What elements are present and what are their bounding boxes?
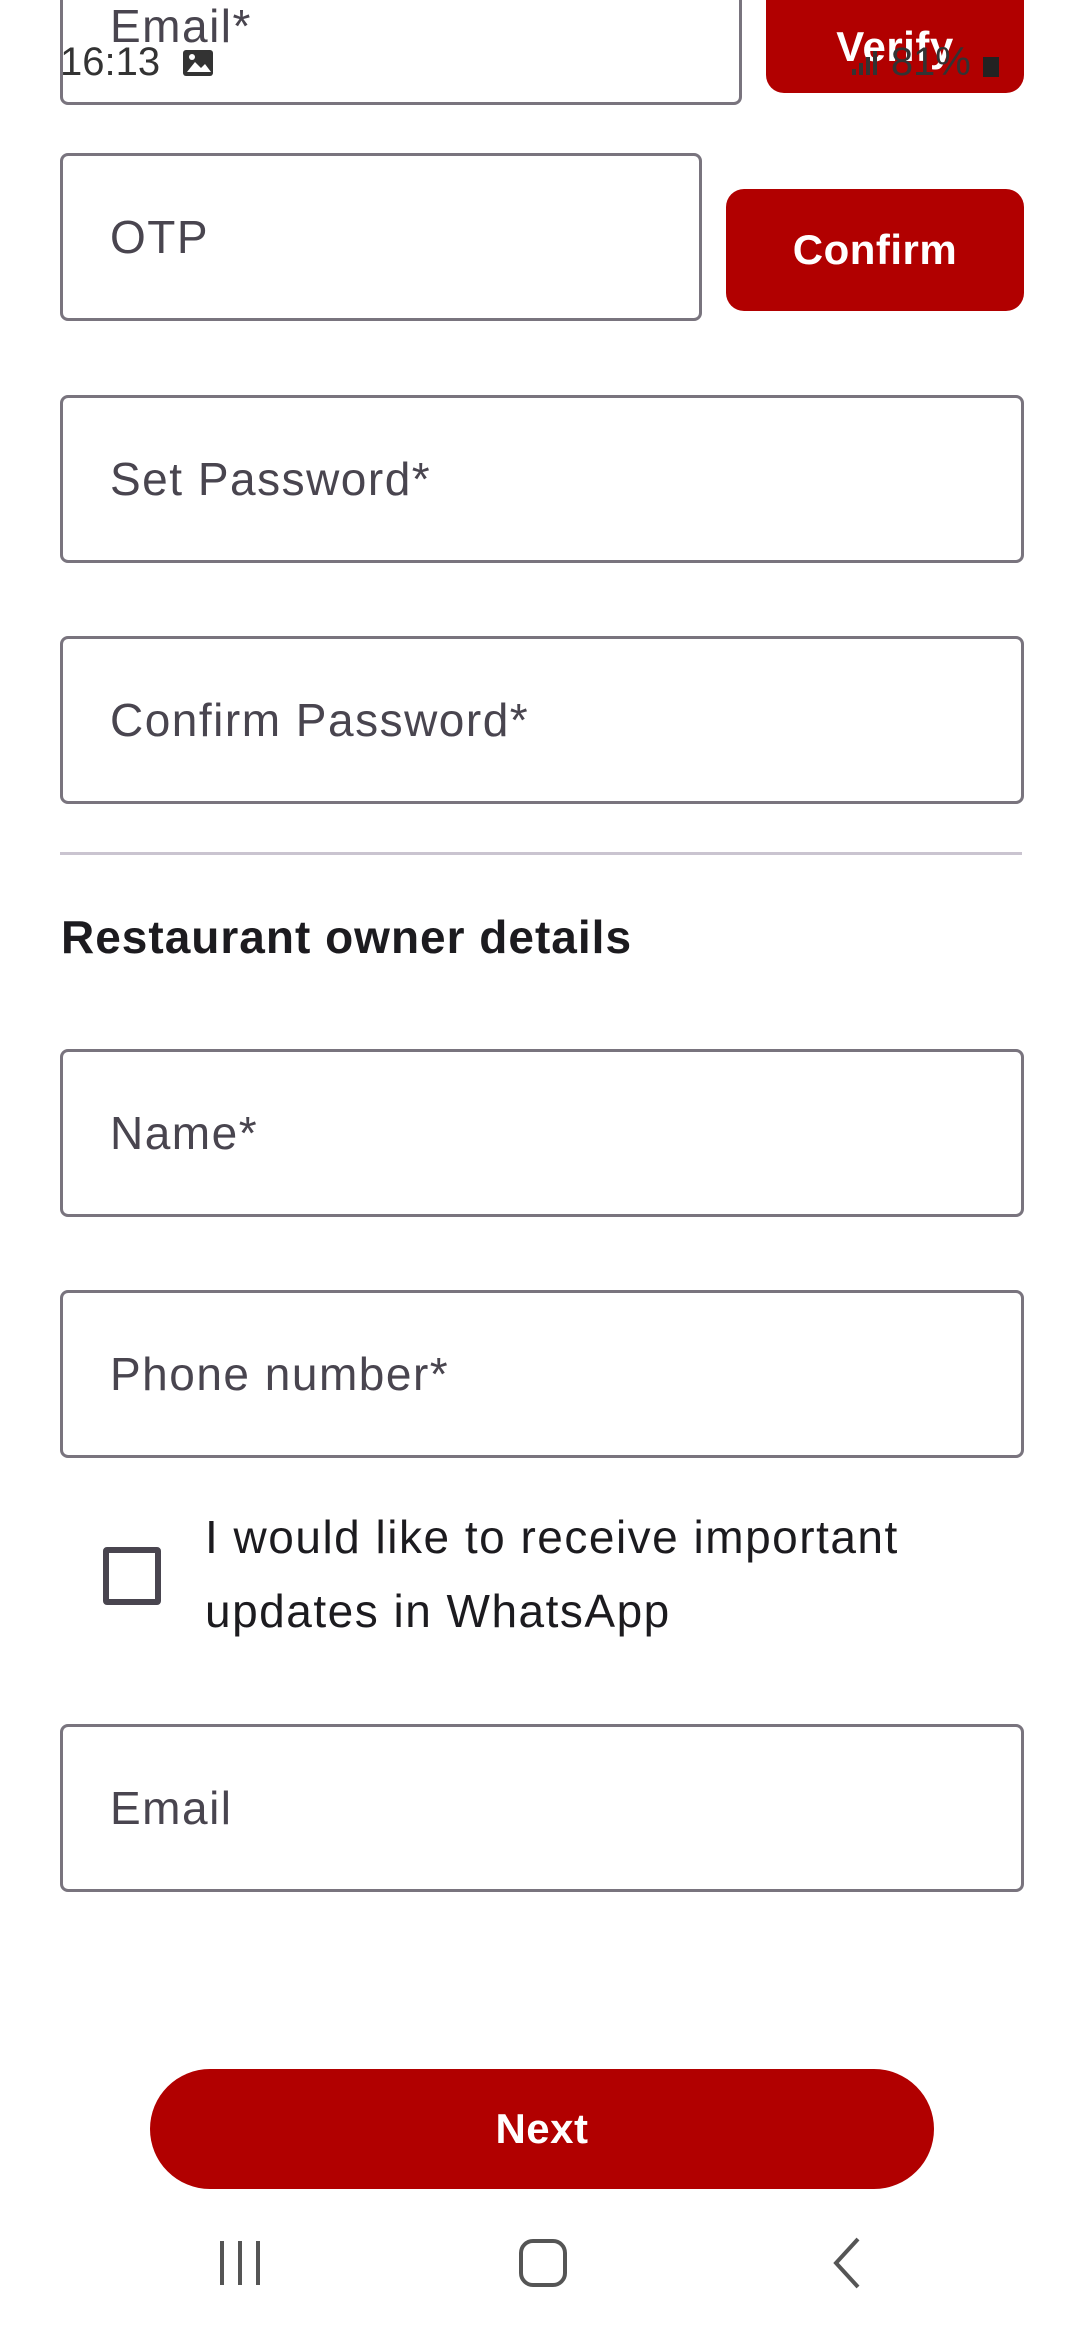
whatsapp-checkbox[interactable] [103,1547,161,1605]
signal-icon [851,51,877,75]
back-icon[interactable] [818,2233,878,2293]
section-title: Restaurant owner details [61,911,633,963]
battery-percent: 81% [890,40,971,84]
owner-phone-placeholder: Phone number* [110,1348,450,1400]
status-right: 81% [850,40,1000,85]
battery-icon [983,57,999,77]
owner-name-field[interactable]: Name* [60,1049,1024,1217]
set-password-field[interactable]: Set Password* [60,395,1024,563]
next-button[interactable]: Next [150,2069,934,2189]
status-time: 16:13 [60,40,215,85]
system-nav-bar [0,2210,1080,2340]
set-password-placeholder: Set Password* [110,453,432,505]
owner-email-field[interactable]: Email [60,1724,1024,1892]
confirm-otp-button[interactable]: Confirm [726,189,1024,311]
next-button-label: Next [495,2105,589,2152]
home-icon[interactable] [513,2233,573,2293]
status-time-text: 16:13 [60,40,161,84]
confirm-password-placeholder: Confirm Password* [110,694,530,746]
owner-name-placeholder: Name* [110,1107,259,1159]
otp-field[interactable]: OTP [60,153,702,321]
section-divider [60,852,1022,855]
confirm-password-field[interactable]: Confirm Password* [60,636,1024,804]
recents-icon[interactable] [210,2233,270,2293]
image-icon [183,50,214,76]
owner-phone-field[interactable]: Phone number* [60,1290,1024,1458]
confirm-otp-button-label: Confirm [792,226,958,273]
owner-email-placeholder: Email [110,1782,233,1834]
otp-field-placeholder: OTP [110,211,210,263]
whatsapp-checkbox-label[interactable]: I would like to receive important update… [205,1500,1025,1648]
